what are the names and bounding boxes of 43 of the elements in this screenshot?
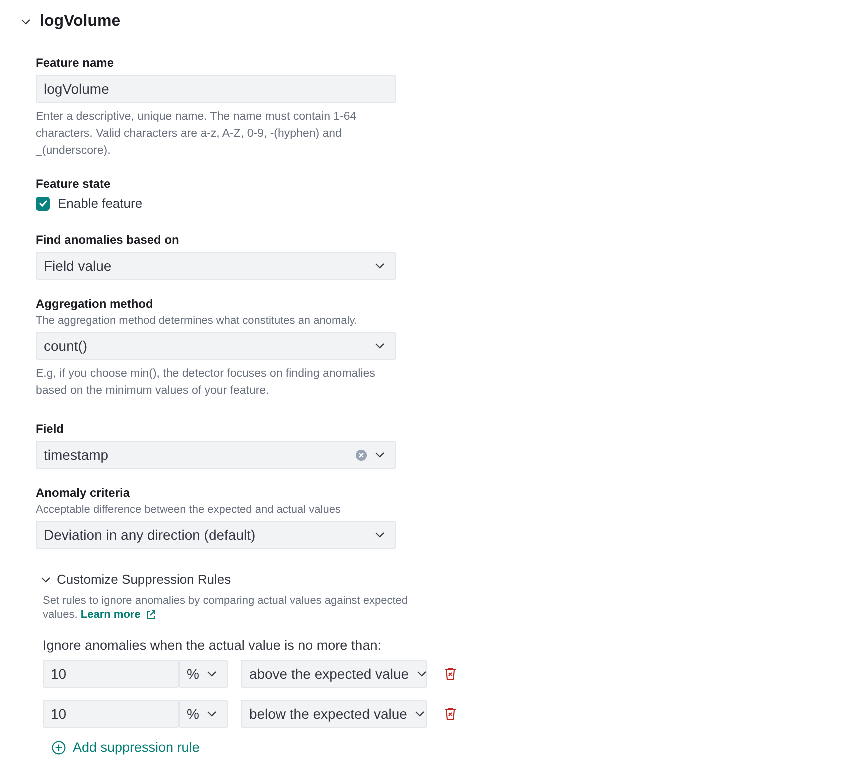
chevron-down-icon — [207, 711, 218, 717]
chevron-down-icon — [375, 263, 385, 269]
field-label: Feature name — [36, 56, 114, 70]
number-input[interactable]: 10 — [43, 660, 179, 688]
help-text: E.g, if you choose min(), the detector focuses on finding anomalies based on the minimum values of your feature. — [36, 367, 376, 399]
field-label: Anomaly criteria — [36, 486, 130, 500]
plus-circle-icon — [52, 740, 66, 754]
external-link-icon — [146, 610, 156, 620]
unit-dropdown[interactable]: % — [179, 660, 228, 688]
dropdown[interactable]: Field value — [36, 252, 396, 280]
section-title: Customize Suppression Rules — [57, 572, 232, 587]
field-description: The aggregation method determines what constitutes an anomaly. — [36, 315, 358, 327]
field-label: Feature state — [36, 177, 111, 191]
add-rule-button[interactable]: Add suppression rule — [52, 740, 200, 755]
instruction-text: Ignore anomalies when the actual value is no more than: — [43, 638, 382, 653]
field-label: Find anomalies based on — [36, 233, 180, 247]
text-input[interactable]: logVolume — [36, 75, 396, 103]
section-title: logVolume — [40, 13, 121, 31]
dropdown[interactable]: count() — [36, 332, 396, 360]
field-label: Field — [36, 422, 64, 436]
chevron-down-icon — [375, 452, 385, 458]
chevron-down-icon — [207, 671, 218, 677]
field-label: Aggregation method — [36, 297, 154, 311]
trash-icon[interactable] — [444, 707, 458, 721]
chevron-down-icon — [375, 343, 385, 349]
chevron-down-icon — [415, 711, 426, 717]
chevron-down-icon — [375, 532, 385, 538]
learn-more-link[interactable]: Learn more — [80, 608, 156, 622]
unit-dropdown[interactable]: % — [179, 700, 228, 728]
chevron-down-icon — [417, 671, 428, 677]
number-input[interactable]: 10 — [43, 700, 179, 728]
field-description: Acceptable difference between the expected and actual values — [36, 504, 341, 516]
dropdown[interactable]: Deviation in any direction (default) — [36, 521, 396, 549]
checkbox-label: Enable feature — [58, 196, 143, 211]
trash-icon[interactable] — [444, 667, 458, 681]
help-text: Enter a descriptive, unique name. The name must contain 1-64 characters. Valid characters are a-z, A-Z, 0-9, -(hyphen) and _(underscore). — [36, 110, 358, 159]
dropdown[interactable]: above the expected value — [241, 660, 428, 688]
checkmark-icon — [38, 200, 48, 207]
checkbox[interactable] — [36, 196, 50, 210]
description-text: Set rules to ignore anomalies by comparing actual values against expected values. Learn more — [43, 594, 410, 622]
dropdown[interactable]: timestamp — [36, 441, 396, 469]
clear-icon[interactable] — [356, 450, 367, 460]
dropdown[interactable]: below the expected value — [241, 700, 428, 728]
